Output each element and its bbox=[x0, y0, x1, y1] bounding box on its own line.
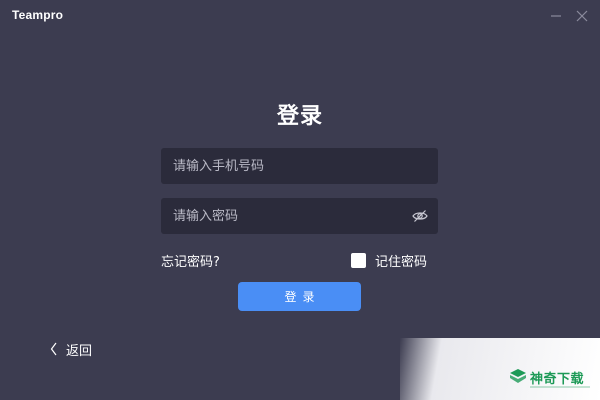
remember-password-option[interactable]: 记住密码 bbox=[351, 250, 427, 270]
minimize-button[interactable] bbox=[546, 6, 566, 26]
phone-input[interactable] bbox=[161, 148, 438, 184]
remember-password-checkbox[interactable] bbox=[351, 252, 366, 268]
eye-off-icon bbox=[412, 210, 428, 222]
password-input[interactable] bbox=[161, 198, 438, 234]
title-bar: Teampro bbox=[0, 0, 600, 32]
back-button[interactable]: 返回 bbox=[50, 340, 93, 359]
password-field bbox=[161, 198, 438, 234]
close-button[interactable] bbox=[572, 6, 592, 26]
watermark-text: 神奇下载 bbox=[530, 372, 585, 387]
phone-field bbox=[161, 148, 438, 184]
close-icon bbox=[576, 10, 588, 22]
app-title: Teampro bbox=[12, 8, 64, 22]
login-heading: 登录 bbox=[276, 104, 323, 129]
forgot-password-link[interactable]: 忘记密码? bbox=[161, 251, 220, 270]
watermark-logo bbox=[510, 369, 526, 383]
login-button[interactable]: 登录 bbox=[238, 282, 361, 311]
login-window: Teampro 登录 忘记密码? 记住密码 bbox=[0, 0, 600, 400]
back-label: 返回 bbox=[66, 343, 93, 359]
watermark-underline bbox=[530, 386, 590, 388]
password-visibility-toggle[interactable] bbox=[411, 207, 429, 225]
minimize-icon bbox=[551, 15, 561, 17]
chevron-left-icon bbox=[50, 342, 60, 356]
remember-password-label: 记住密码 bbox=[375, 254, 428, 270]
